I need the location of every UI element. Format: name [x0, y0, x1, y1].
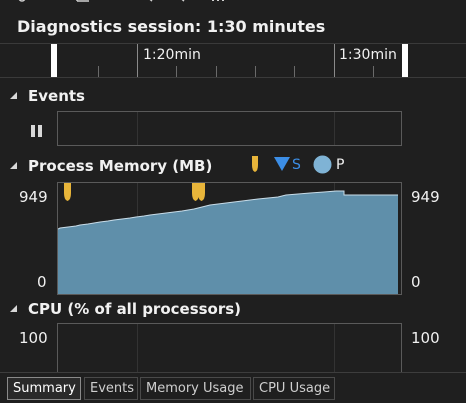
gc-legend-icon [252, 156, 258, 172]
ruler-tick [176, 66, 177, 77]
cpu-y-max-left: 100 [19, 329, 48, 347]
toolbar [0, 0, 466, 10]
gc-marker [64, 183, 71, 201]
time-ruler[interactable]: 1:20min 1:30min [0, 43, 466, 78]
cpu-collapse-icon[interactable] [10, 305, 17, 312]
memory-y-max-right: 949 [411, 188, 440, 206]
events-header: Events [28, 87, 85, 105]
gc-marker [198, 183, 205, 201]
memory-y-min-left: 0 [37, 273, 47, 291]
memory-y-max-left: 949 [19, 188, 48, 206]
zoom-in-icon[interactable] [143, 0, 155, 6]
snapshot-legend-label: S [292, 157, 301, 173]
pause-icon[interactable] [30, 124, 44, 138]
ruler-tick [294, 66, 295, 77]
ruler-tick [373, 66, 374, 77]
tab-memory-usage[interactable]: Memory Usage [140, 377, 251, 400]
grid-line [334, 324, 335, 373]
memory-area [58, 191, 398, 294]
grid-line [137, 324, 138, 373]
selection-start-handle[interactable] [51, 44, 57, 77]
ruler-tick [98, 66, 99, 77]
cpu-y-max-right: 100 [411, 329, 440, 347]
ruler-tick [255, 66, 256, 77]
memory-area-chart [58, 183, 398, 294]
grid-line [334, 112, 335, 145]
ruler-label-2: 1:30min [339, 47, 397, 63]
select-tool-icon[interactable] [76, 0, 90, 6]
ruler-tick [334, 44, 335, 77]
ruler-tick [137, 44, 138, 77]
zoom-out-icon[interactable] [175, 0, 187, 6]
selection-end-handle[interactable] [402, 44, 408, 77]
grid-line [137, 112, 138, 145]
events-collapse-icon[interactable] [10, 92, 17, 99]
tab-events[interactable]: Events [84, 377, 138, 400]
private-bytes-legend-icon [313, 155, 332, 174]
diagnostic-tools-window: Diagnostics session: 1:30 minutes 1:20mi… [0, 0, 466, 403]
memory-graph[interactable] [57, 182, 402, 295]
chart-icon[interactable] [210, 0, 230, 6]
cpu-graph[interactable] [57, 323, 402, 373]
snapshot-legend-icon [274, 157, 290, 171]
memory-header: Process Memory (MB) [28, 157, 213, 175]
cpu-header: CPU (% of all processors) [28, 300, 242, 318]
memory-collapse-icon[interactable] [10, 162, 17, 169]
events-track[interactable] [57, 111, 402, 146]
session-title: Diagnostics session: 1:30 minutes [17, 17, 326, 36]
gc-marker [192, 183, 199, 201]
ruler-tick [216, 66, 217, 77]
settings-icon[interactable] [16, 0, 28, 6]
memory-y-min-right: 0 [411, 273, 421, 291]
tab-cpu-usage[interactable]: CPU Usage [253, 377, 335, 400]
private-bytes-legend-label: P [336, 157, 345, 173]
tab-bar: Summary Events Memory Usage CPU Usage [0, 372, 466, 403]
tab-summary[interactable]: Summary [7, 377, 81, 400]
ruler-label-1: 1:20min [143, 47, 201, 63]
